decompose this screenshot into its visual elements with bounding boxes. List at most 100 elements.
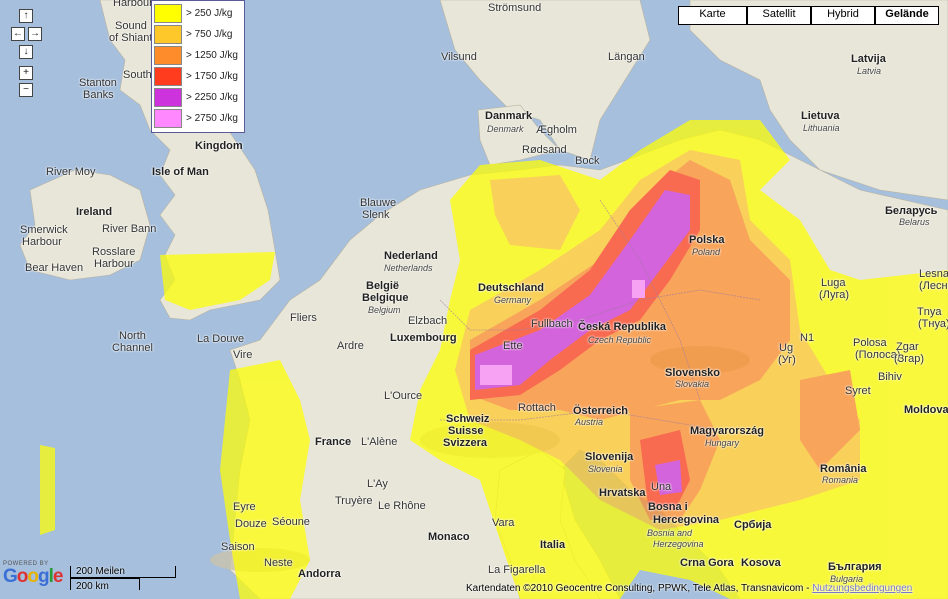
place-label: Syret — [845, 385, 871, 397]
google-wordmark: Google — [3, 566, 63, 587]
place-label: Czech Republic — [588, 335, 652, 345]
place-label: Ægholm — [536, 124, 577, 136]
place-label: Hungary — [705, 438, 740, 448]
place-label: River Moy — [46, 166, 96, 178]
place-label: South — [123, 69, 152, 81]
cape-2750 — [480, 365, 512, 385]
place-label: Romania — [822, 475, 859, 485]
google-logo[interactable]: POWERED BY Google — [3, 561, 63, 587]
cape-250-west — [40, 445, 55, 535]
place-label: Luga — [821, 277, 846, 289]
zoom-in-button[interactable]: + — [19, 66, 33, 80]
place-label: Elzbach — [408, 315, 448, 327]
legend-swatch — [154, 25, 182, 44]
place-label: Latvija — [851, 53, 886, 65]
place-label: Netherlands — [384, 263, 433, 273]
cape-2750-czech — [632, 280, 645, 298]
legend-item: > 250 J/kg — [154, 3, 242, 24]
place-label: Smerwick — [20, 224, 68, 236]
place-label: Luxembourg — [390, 332, 457, 344]
place-label: Bosnia and — [647, 528, 693, 538]
place-label: Vara — [492, 517, 515, 529]
place-label: N1 — [800, 332, 815, 344]
place-label: Polosa — [853, 337, 887, 349]
place-label: Le Rhône — [378, 500, 426, 512]
place-label: Österreich — [573, 405, 629, 417]
map-type-karte-button[interactable]: Karte — [678, 6, 747, 25]
legend-swatch — [154, 4, 182, 23]
place-label: Bear Haven — [25, 262, 84, 274]
legend-swatch — [154, 109, 182, 128]
place-label: (Луга) — [819, 289, 850, 301]
place-label: Suisse — [448, 425, 484, 437]
place-label: Zgar — [896, 341, 919, 353]
place-label: Eyre — [233, 501, 256, 513]
scale-miles: 200 Meilen — [76, 566, 125, 577]
map-type-satellit-button[interactable]: Satellit — [747, 6, 811, 25]
place-label: (Уг) — [778, 354, 796, 366]
pan-left-button[interactable]: ← — [11, 27, 25, 41]
pan-up-button[interactable]: ↑ — [19, 9, 33, 23]
legend-label: > 1250 J/kg — [186, 50, 238, 61]
map-copyright: Kartendaten ©2010 Geocentre Consulting, … — [466, 583, 912, 594]
place-label: Slovensko — [665, 367, 721, 379]
place-label: L'Alène — [361, 436, 398, 448]
legend-label: > 250 J/kg — [186, 8, 233, 19]
place-label: River Bann — [102, 223, 157, 235]
legend-label: > 750 J/kg — [186, 29, 233, 40]
place-label: Bosna i — [648, 501, 688, 513]
place-label: Denmark — [487, 124, 524, 134]
place-label: Germany — [494, 295, 532, 305]
place-label: Bihiv — [878, 371, 902, 383]
place-label: România — [820, 463, 867, 475]
place-label: Monaco — [428, 531, 470, 543]
place-label: Andorra — [298, 568, 341, 580]
place-label: (Лесна) — [919, 280, 948, 292]
copyright-text: Kartendaten ©2010 Geocentre Consulting, … — [466, 583, 810, 594]
place-label: Strömsund — [488, 2, 542, 14]
place-label: Slovenija — [585, 451, 634, 463]
place-label: La Figarella — [488, 564, 546, 576]
scale-bar: 200 Meilen 200 km — [70, 566, 180, 594]
place-label: Nederland — [384, 250, 438, 262]
place-label: (Згар) — [894, 353, 924, 365]
zoom-out-button[interactable]: − — [19, 83, 33, 97]
place-label: Belgique — [362, 292, 409, 304]
terrain-map[interactable] — [0, 0, 948, 599]
place-label: Ette — [503, 340, 523, 352]
pan-down-button[interactable]: ↓ — [19, 45, 33, 59]
map-type-hybrid-button[interactable]: Hybrid — [811, 6, 875, 25]
terms-link[interactable]: Nutzungsbedingungen — [812, 583, 912, 594]
place-label: Crna Gora — [680, 557, 734, 569]
place-label: France — [315, 436, 352, 448]
place-label: Blauwe — [360, 197, 397, 209]
place-label: of Shiant — [109, 32, 153, 44]
place-label: България — [828, 561, 882, 573]
place-label: Česká Republika — [578, 321, 667, 333]
place-label: Slenk — [362, 209, 390, 221]
place-label: Bock — [575, 155, 600, 167]
place-label: Ug — [779, 342, 794, 354]
place-label: Belgium — [368, 305, 401, 315]
legend-swatch — [154, 88, 182, 107]
place-label: Vire — [233, 349, 253, 361]
place-label: Lietuva — [801, 110, 840, 122]
place-label: Neste — [264, 557, 293, 569]
place-label: Rottach — [518, 402, 556, 414]
map-type-gelände-button[interactable]: Gelände — [875, 6, 939, 25]
place-label: Fliers — [290, 312, 317, 324]
pan-right-button[interactable]: → — [28, 27, 42, 41]
map-type-selector: Karte Satellit Hybrid Gelände — [678, 6, 939, 25]
place-label: Harbour — [113, 0, 153, 9]
place-label: Magyarország — [690, 425, 764, 437]
place-label: Slovakia — [675, 379, 710, 389]
place-label: Lesna — [919, 268, 948, 280]
place-label: Austria — [575, 417, 604, 427]
place-label: Channel — [112, 342, 153, 354]
place-label: Svizzera — [443, 437, 488, 449]
place-label: North — [119, 330, 146, 342]
scale-km: 200 km — [76, 581, 109, 592]
place-label: Douze — [235, 518, 267, 530]
place-label: Slovenia — [588, 464, 623, 474]
place-label: Ardre — [337, 340, 364, 352]
